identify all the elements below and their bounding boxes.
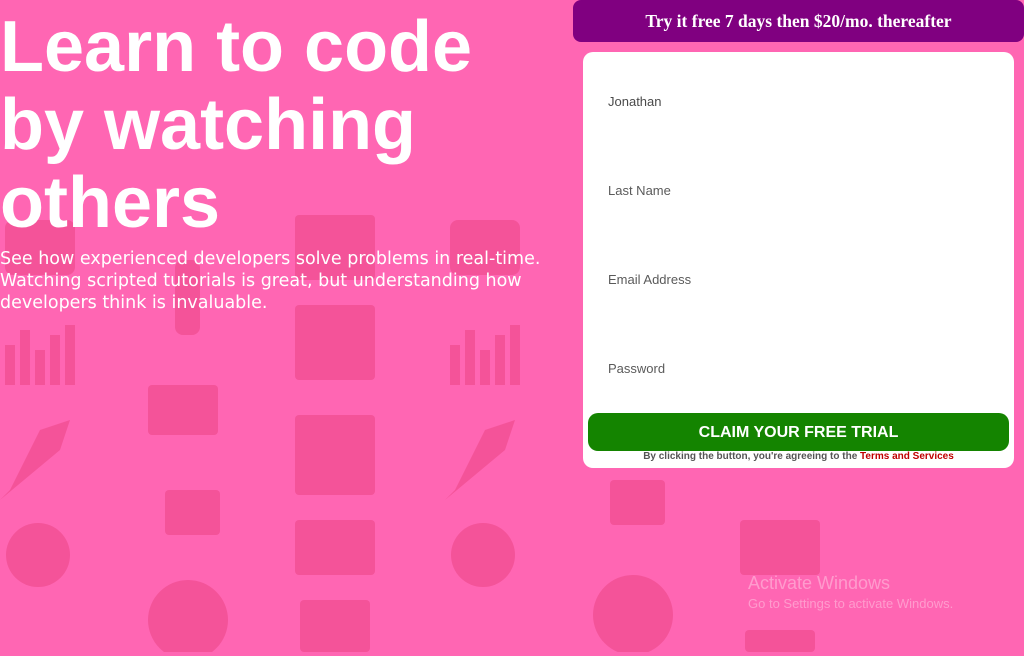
hero-section: Learn to code by watching others See how… [0,8,570,314]
signup-form: CLAIM YOUR FREE TRIAL By clicking the bu… [583,52,1014,468]
password-field [608,357,988,379]
last-name-field [608,179,988,201]
globe-icon [451,523,515,587]
chart-icon [450,325,520,385]
browser-search-icon [295,415,375,495]
password-input[interactable] [608,357,988,379]
hero-headline: Learn to code by watching others [0,7,473,243]
key-icon [295,520,375,575]
rocket-icon [0,420,70,500]
chart-icon [5,325,75,385]
globe-icon [6,523,70,587]
claim-free-trial-button[interactable]: CLAIM YOUR FREE TRIAL [588,413,1009,451]
folder-gear-icon [295,305,375,380]
hero-subtext: See how experienced developers solve pro… [0,249,541,313]
lifebuoy-icon [593,575,673,655]
first-name-input[interactable] [608,90,988,112]
terms-agreement: By clicking the button, you're agreeing … [583,451,1014,462]
edit-icon [148,385,218,435]
watermark-subtitle: Go to Settings to activate Windows. [748,596,954,611]
key-icon [740,520,820,575]
email-input[interactable] [608,268,988,290]
terms-agreement-text: By clicking the button, you're agreeing … [643,451,861,462]
windows-activation-watermark: Activate Windows Go to Settings to activ… [748,573,953,611]
email-field [608,268,988,290]
watermark-title: Activate Windows [748,573,891,593]
pricing-banner: Try it free 7 days then $20/mo. thereaft… [573,0,1024,42]
last-name-input[interactable] [608,179,988,201]
first-name-field [608,90,988,112]
lifebuoy-icon [148,580,228,656]
document-icon [300,600,370,652]
cart-icon [610,480,665,525]
document-icon [745,630,815,652]
cart-icon [165,490,220,535]
terms-link[interactable]: Terms and Services [860,451,954,462]
rocket-icon [445,420,515,500]
